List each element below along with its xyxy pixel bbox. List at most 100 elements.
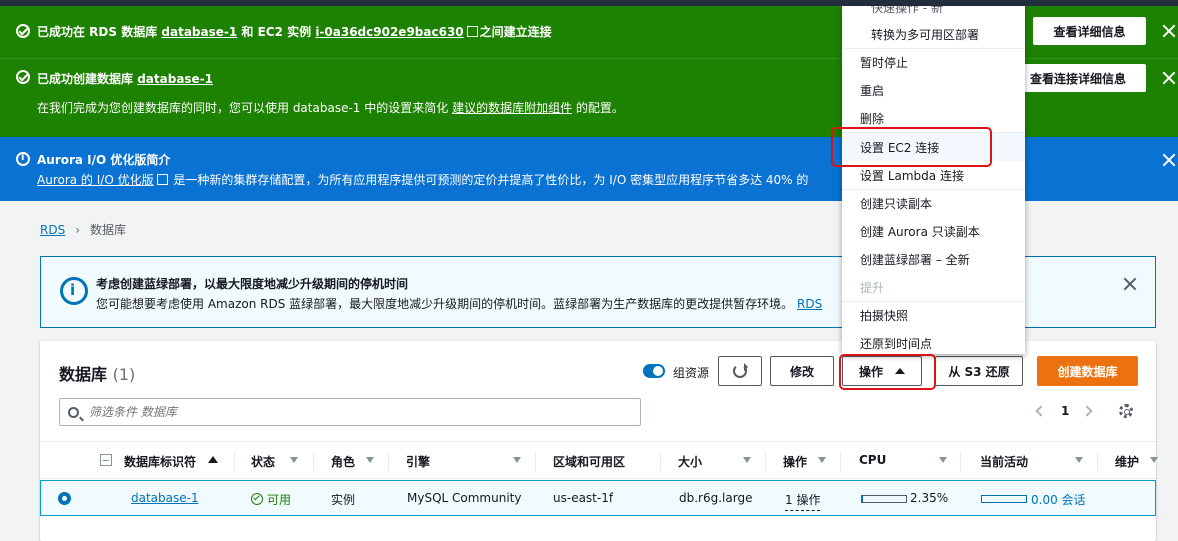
breadcrumb-current: 数据库 <box>90 223 127 237</box>
flash1-text: 已成功在 RDS 数据库 database-1 和 EC2 实例 i-0a36d… <box>37 23 552 40</box>
sort-icon <box>290 457 298 463</box>
chevron-right-icon[interactable] <box>1081 405 1093 417</box>
col-region[interactable]: 区域和可用区 <box>553 453 625 470</box>
sort-icon <box>366 457 374 463</box>
column-divider <box>535 451 536 471</box>
actions-dropdown: 快速操作 - 新 转换为多可用区部署 暂时停止 重启 删除 设置 EC2 连接 … <box>842 6 1025 354</box>
info-panel-link[interactable]: RDS <box>797 297 822 311</box>
breadcrumb-rds[interactable]: RDS <box>40 223 65 237</box>
external-link-icon <box>466 26 478 37</box>
menu-create-blue-green[interactable]: 创建蓝绿部署 – 全新 <box>842 245 1025 273</box>
close-icon[interactable] <box>1123 277 1137 291</box>
highlight-actions-button <box>839 354 936 390</box>
table-row[interactable]: database-1 可用 实例 MySQL Community us-east… <box>40 480 1156 516</box>
expand-collapse-icon[interactable] <box>100 454 112 466</box>
cpu-value: 2.35% <box>910 491 949 505</box>
menu-promote: 提升 <box>860 280 885 295</box>
success-check-icon <box>16 70 30 84</box>
col-status[interactable]: 状态 <box>251 453 275 470</box>
column-divider <box>840 451 841 471</box>
menu-convert-multi-az[interactable]: 转换为多可用区部署 <box>842 20 1025 48</box>
flash1-mid: 和 EC2 实例 <box>241 25 312 39</box>
close-icon[interactable] <box>1162 153 1176 167</box>
info-panel-body: 您可能想要考虑使用 Amazon RDS 蓝绿部署，最大限度地减少升级期间的停机… <box>96 295 822 312</box>
column-divider <box>960 451 961 471</box>
menu-reboot[interactable]: 重启 <box>842 76 1025 104</box>
panel-count: (1) <box>112 365 136 384</box>
pending-actions-link[interactable]: 1 操作 <box>785 491 821 511</box>
column-divider <box>234 451 235 471</box>
addons-link[interactable]: 建议的数据库附加组件 <box>452 101 572 115</box>
column-divider <box>765 451 766 471</box>
flash2-title-prefix: 已成功创建数据库 <box>37 72 134 86</box>
status-badge: 可用 <box>251 491 291 508</box>
status-ok-icon <box>251 493 263 505</box>
col-cpu[interactable]: CPU <box>859 453 886 467</box>
size-cell: db.r6g.large <box>679 491 753 505</box>
flash1-suffix: 之间建立连接 <box>479 25 552 39</box>
sort-icon <box>1150 457 1158 463</box>
col-actions[interactable]: 操作 <box>783 453 807 470</box>
role-cell: 实例 <box>331 493 356 507</box>
info-panel-title: 考虑创建蓝绿部署，以最大限度地减少升级期间的停机时间 <box>96 277 409 291</box>
sort-icon <box>939 457 947 463</box>
activity-bar <box>981 495 1027 503</box>
chevron-left-icon[interactable] <box>1035 405 1047 417</box>
sort-icon <box>513 457 521 463</box>
db-identifier-link[interactable]: database-1 <box>131 491 199 505</box>
panel-title: 数据库 (1) <box>59 361 135 385</box>
col-maintenance[interactable]: 维护 <box>1115 453 1139 470</box>
menu-create-aurora-read-replica[interactable]: 创建 Aurora 只读副本 <box>842 217 1025 245</box>
menu-create-read-replica[interactable]: 创建只读副本 <box>842 189 1025 217</box>
view-details-button[interactable]: 查看详细信息 <box>1033 17 1146 45</box>
col-db-identifier[interactable]: 数据库标识符 <box>124 453 196 470</box>
column-divider <box>660 451 661 471</box>
sort-icon <box>818 457 826 463</box>
engine-cell: MySQL Community <box>407 491 522 505</box>
column-divider <box>388 451 389 471</box>
activity-link[interactable]: 0.00 会话 <box>1031 491 1086 508</box>
info-panel-text: 您可能想要考虑使用 Amazon RDS 蓝绿部署，最大限度地减少升级期间的停机… <box>96 297 794 311</box>
flash2-db-link[interactable]: database-1 <box>137 72 213 86</box>
view-connection-details-button[interactable]: 查看连接详细信息 <box>1010 64 1146 92</box>
close-icon[interactable] <box>1162 24 1176 38</box>
success-check-icon <box>16 24 30 38</box>
search-icon <box>68 406 79 418</box>
flash1-ec2-link[interactable]: i-0a36dc902e9bac630 <box>315 25 463 39</box>
column-divider <box>1097 451 1098 471</box>
group-resources-toggle[interactable] <box>643 364 665 378</box>
refresh-icon <box>733 363 748 378</box>
settings-gear-icon[interactable] <box>1119 404 1133 418</box>
flash1-db-link[interactable]: database-1 <box>161 25 237 39</box>
flash3-body: Aurora 的 I/O 优化版 是一种新的集群存储配置，为所有应用程序提供可预… <box>37 171 808 188</box>
col-engine[interactable]: 引擎 <box>406 453 430 470</box>
menu-take-snapshot[interactable]: 拍摄快照 <box>842 301 1025 329</box>
col-activity[interactable]: 当前活动 <box>980 453 1028 470</box>
restore-from-s3-button[interactable]: 从 S3 还原 <box>935 356 1023 386</box>
panel-title-text: 数据库 <box>59 365 108 384</box>
sort-icon <box>743 457 751 463</box>
highlight-ec2-connection <box>831 127 992 167</box>
flash2-body-prefix: 在我们完成为您创建数据库的同时，您可以使用 database-1 中的设置来简化 <box>37 101 449 115</box>
row-radio[interactable] <box>58 492 71 505</box>
region-cell: us-east-1f <box>553 491 614 505</box>
aurora-io-link[interactable]: Aurora 的 I/O 优化版 <box>37 173 154 187</box>
close-icon[interactable] <box>1162 71 1176 85</box>
cpu-bar-fill <box>862 496 863 502</box>
info-icon <box>16 152 30 166</box>
col-role[interactable]: 角色 <box>331 453 355 470</box>
modify-button[interactable]: 修改 <box>770 356 834 386</box>
refresh-button[interactable] <box>718 356 762 386</box>
sort-icon <box>1075 457 1083 463</box>
menu-restore-point-in-time[interactable]: 还原到时间点 <box>842 329 1025 354</box>
page-number[interactable]: 1 <box>1061 404 1069 418</box>
menu-stop-temporarily[interactable]: 暂时停止 <box>842 48 1025 76</box>
col-size[interactable]: 大小 <box>678 453 702 470</box>
sort-asc-icon <box>208 456 218 463</box>
flash1-prefix: 已成功在 RDS 数据库 <box>37 25 158 39</box>
create-database-button[interactable]: 创建数据库 <box>1037 356 1138 386</box>
search-input[interactable] <box>89 405 609 419</box>
dropdown-group-label: 快速操作 - 新 <box>871 6 943 15</box>
filter-search[interactable] <box>59 398 641 426</box>
flash3-body-text: 是一种新的集群存储配置，为所有应用程序提供可预测的定价并提高了性价比，为 I/O… <box>173 173 809 187</box>
